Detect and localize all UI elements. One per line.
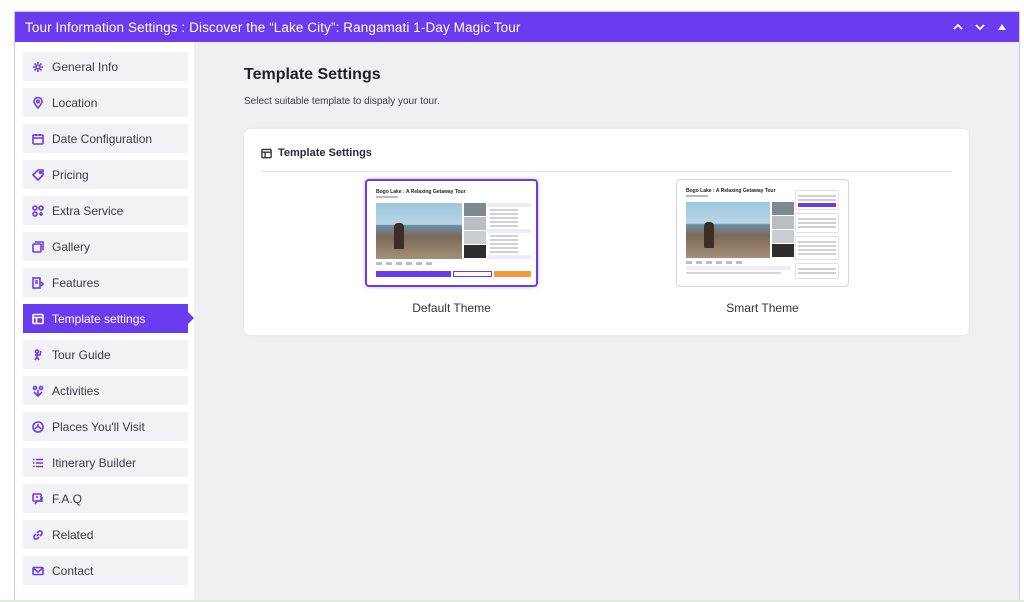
main-content: Template Settings Select suitable templa…	[194, 42, 1019, 601]
calendar-icon	[31, 132, 44, 145]
preview-booking-bar	[376, 271, 531, 277]
panel-titlebar: Tour Information Settings : Discover the…	[15, 12, 1019, 42]
preview-subtitle-line	[686, 195, 708, 197]
sidebar-item-template-settings[interactable]: Template settings	[23, 304, 194, 333]
smart-theme-preview[interactable]: Bogo Lake : A Relaxing Getaway Tour	[676, 179, 849, 287]
sidebar-item-location[interactable]: Location	[23, 88, 188, 117]
preview-photo	[376, 203, 462, 259]
page-subtitle: Select suitable template to dispaly your…	[244, 96, 440, 107]
sidebar-item-label: Location	[52, 95, 98, 110]
sidebar-item-features[interactable]: Features	[23, 268, 188, 297]
grid-plus-icon	[31, 204, 44, 217]
sidebar-item-label: Date Configuration	[52, 131, 153, 146]
tour-guide-icon	[31, 348, 44, 361]
features-icon	[31, 276, 44, 289]
preview-title: Bogo Lake : A Relaxing Getaway Tour	[376, 189, 466, 195]
gallery-icon	[31, 240, 44, 253]
preview-photo	[686, 202, 770, 258]
tour-settings-panel: Tour Information Settings : Discover the…	[14, 11, 1020, 602]
location-pin-icon	[31, 96, 44, 109]
template-icon	[261, 148, 272, 158]
template-settings-card: Template Settings Bogo Lake : A Relaxing…	[244, 129, 969, 335]
sidebar-item-date-configuration[interactable]: Date Configuration	[23, 124, 188, 153]
card-header: Template Settings	[261, 147, 952, 172]
places-icon	[31, 420, 44, 433]
page-title: Template Settings	[244, 66, 381, 83]
sidebar-item-related[interactable]: Related	[23, 520, 188, 549]
sidebar-item-label: Pricing	[52, 167, 89, 182]
preview-text-line	[686, 272, 781, 274]
preview-section-bar	[686, 266, 790, 270]
sidebar-item-label: General Info	[52, 59, 119, 74]
sidebar-item-label: Contact	[52, 563, 94, 578]
template-icon	[31, 312, 44, 325]
sidebar-item-label: F.A.Q	[52, 491, 83, 506]
card-heading: Template Settings	[278, 147, 372, 159]
faq-icon	[31, 492, 44, 505]
sidebar-item-label: Features	[52, 275, 100, 290]
sidebar-item-label: Activities	[52, 383, 100, 398]
activities-icon	[31, 384, 44, 397]
preview-title: Bogo Lake : A Relaxing Getaway Tour	[686, 188, 776, 194]
preview-subtitle-line	[376, 196, 398, 198]
sidebar-item-activities[interactable]: Activities	[23, 376, 188, 405]
sidebar-item-gallery[interactable]: Gallery	[23, 232, 188, 261]
sidebar-item-label: Related	[52, 527, 94, 542]
preview-thumbnails	[464, 203, 486, 259]
panel-title: Tour Information Settings : Discover the…	[25, 19, 521, 35]
list-icon	[31, 456, 44, 469]
sidebar-item-label: Itinerary Builder	[52, 455, 137, 470]
chevron-down-icon[interactable]	[973, 20, 987, 34]
theme-label: Smart Theme	[726, 301, 799, 315]
settings-sidebar: General Info Location Date Configuration…	[15, 42, 194, 601]
sidebar-item-pricing[interactable]: Pricing	[23, 160, 188, 189]
sidebar-item-extra-service[interactable]: Extra Service	[23, 196, 188, 225]
sidebar-item-places[interactable]: Places You'll Visit	[23, 412, 188, 441]
chevron-up-icon[interactable]	[951, 20, 965, 34]
gear-icon	[31, 60, 44, 73]
sidebar-item-label: Template settings	[52, 311, 146, 326]
sidebar-item-contact[interactable]: Contact	[23, 556, 188, 585]
theme-option-default[interactable]: Bogo Lake : A Relaxing Getaway Tour Defa…	[365, 179, 538, 315]
preview-meta-row	[686, 261, 746, 264]
theme-label: Default Theme	[412, 301, 491, 315]
default-theme-preview[interactable]: Bogo Lake : A Relaxing Getaway Tour	[365, 179, 538, 287]
preview-meta-row	[376, 262, 436, 265]
sidebar-item-itinerary-builder[interactable]: Itinerary Builder	[23, 448, 188, 477]
sidebar-item-label: Extra Service	[52, 203, 124, 218]
price-tag-icon	[31, 168, 44, 181]
link-icon	[31, 528, 44, 541]
triangle-up-icon[interactable]	[995, 20, 1009, 34]
preview-booking-panel	[795, 190, 839, 282]
sidebar-item-faq[interactable]: F.A.Q	[23, 484, 188, 513]
sidebar-item-label: Tour Guide	[52, 347, 111, 362]
theme-options: Bogo Lake : A Relaxing Getaway Tour Defa…	[261, 172, 952, 315]
sidebar-item-tour-guide[interactable]: Tour Guide	[23, 340, 188, 369]
panel-controls	[951, 20, 1009, 34]
preview-thumbnails	[772, 202, 794, 258]
sidebar-item-label: Gallery	[52, 239, 91, 254]
mail-icon	[31, 564, 44, 577]
theme-option-smart[interactable]: Bogo Lake : A Relaxing Getaway Tour Smar…	[676, 179, 849, 315]
sidebar-item-label: Places You'll Visit	[52, 419, 145, 434]
sidebar-item-general-info[interactable]: General Info	[23, 52, 188, 81]
